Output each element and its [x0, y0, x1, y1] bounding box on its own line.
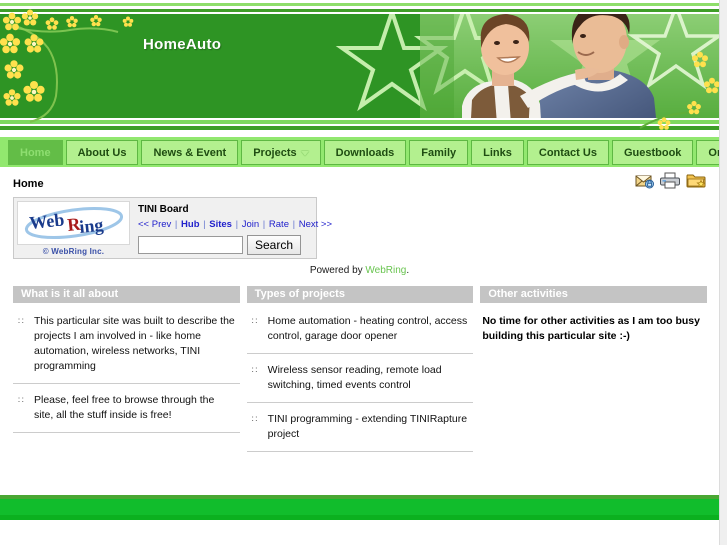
webring-link-hub[interactable]: Hub [181, 219, 199, 230]
content-area: Home Web R ing © WebRing Inc. TINI Board… [0, 167, 719, 520]
list-item-text: TINI programming - extending TINIRapture… [267, 413, 468, 440]
webring-link-separator: | [172, 219, 181, 230]
site-title: HomeAuto [143, 36, 222, 53]
webring-link-separator: | [260, 219, 268, 230]
webring-link-prev[interactable]: << Prev [138, 219, 171, 230]
webring-search-button[interactable]: Search [247, 235, 302, 255]
bullet-icon: ∷ [251, 316, 258, 326]
list-item: ∷ TINI programming - extending TINIRaptur… [246, 403, 474, 452]
page-tools [628, 171, 706, 189]
column-heading: What is it all about [13, 286, 240, 303]
webring-widget: Web R ing © WebRing Inc. TINI Board << P… [13, 197, 332, 259]
banner-background [0, 0, 719, 137]
column-body: ∷ This particular site was built to descr… [13, 303, 240, 433]
webring-link-separator: | [232, 219, 241, 230]
nav-item-family[interactable]: Family [409, 140, 469, 165]
nav-item-links[interactable]: Links [471, 140, 524, 165]
powered-by-line: Powered by WebRing. [0, 265, 719, 276]
breadcrumb: Home [13, 178, 44, 190]
webring-link-join[interactable]: Join [242, 219, 259, 230]
nav-item-label: About Us [77, 147, 127, 159]
footer-bar [0, 495, 719, 520]
webring-link-rate[interactable]: Rate [269, 219, 289, 230]
nav-item-news-event[interactable]: News & Event [141, 140, 239, 165]
column-body: ∷ Home automation - heating control, acce… [246, 303, 474, 452]
site-banner: HomeAuto [0, 0, 719, 137]
svg-text:ing: ing [78, 215, 104, 237]
webring-link[interactable]: WebRing [365, 265, 406, 276]
nav-item-label: News & Event [153, 147, 227, 159]
webring-link-next[interactable]: Next >> [299, 219, 332, 230]
list-item-text: Please, feel free to browse through the … [34, 394, 215, 421]
svg-text:Web: Web [28, 209, 65, 233]
webring-link-sites[interactable]: Sites [209, 219, 232, 230]
column-body: No time for other activities as I am too… [480, 303, 707, 353]
nav-item-label: Home [20, 147, 51, 159]
webring-search-input[interactable] [138, 236, 243, 254]
right-rail [719, 0, 727, 545]
nav-item-label: Family [421, 147, 457, 159]
list-item: ∷ This particular site was built to descr… [13, 305, 240, 384]
nav-item-label: Links [483, 147, 512, 159]
nav-item-home[interactable]: Home [8, 140, 63, 165]
nav-item-contact-us[interactable]: Contact Us [526, 140, 609, 165]
print-icon[interactable] [660, 171, 680, 189]
bullet-icon: ∷ [18, 316, 24, 326]
webring-logo[interactable]: Web R ing [17, 201, 130, 245]
footer-spacer [0, 452, 719, 495]
webring-link-separator: | [200, 219, 209, 230]
list-item-text: Wireless sensor reading, remote load swi… [267, 364, 442, 391]
page-root: HomeAuto Home About Us News & Event Project… [0, 0, 727, 545]
column-note: No time for other activities as I am too… [482, 315, 700, 342]
column-heading: Other activities [480, 286, 708, 303]
nav-item-label: Guestbook [623, 147, 682, 159]
info-column: What is it all about ∷ This particular sit… [13, 286, 240, 452]
nav-item-label: Downloads [335, 147, 395, 159]
webring-ring-name: TINI Board [138, 204, 189, 215]
bullet-icon: ∷ [18, 395, 24, 405]
info-columns: What is it all about ∷ This particular sit… [13, 286, 708, 452]
list-item-text: Home automation - heating control, acces… [267, 315, 468, 342]
nav-item-downloads[interactable]: Downloads [323, 140, 407, 165]
webring-copyright: © WebRing Inc. [42, 247, 105, 256]
main-navigation: Home About Us News & Event Projects Download… [0, 137, 727, 167]
bookmark-folder-icon[interactable] [686, 171, 706, 189]
email-icon[interactable] [634, 171, 654, 189]
list-item-text: This particular site was built to descri… [34, 315, 235, 372]
list-item: ∷ Wireless sensor reading, remote load sw… [246, 354, 474, 403]
powered-prefix: Powered by [309, 265, 366, 276]
chevron-down-icon[interactable] [300, 150, 309, 156]
nav-item-projects[interactable]: Projects [241, 140, 321, 165]
list-item: ∷ Please, feel free to browse through the… [13, 384, 240, 433]
info-column: Other activities No time for other activi… [480, 286, 708, 452]
nav-item-about-us[interactable]: About Us [65, 140, 139, 165]
list-item: ∷ Home automation - heating control, acce… [246, 305, 474, 354]
bullet-icon: ∷ [251, 365, 258, 375]
nav-item-guestbook[interactable]: Guestbook [611, 140, 694, 165]
webring-link-separator: | [289, 219, 298, 230]
powered-suffix: . [406, 265, 410, 276]
nav-item-label: Projects [253, 147, 297, 159]
info-column: Types of projects ∷ Home automation - heat… [246, 286, 474, 452]
webring-links: << Prev | Hub | Sites | Join | Rate | Ne… [138, 219, 332, 230]
column-heading: Types of projects [246, 286, 474, 303]
nav-item-label: Contact Us [538, 147, 597, 159]
breadcrumb-row: Home [0, 167, 719, 195]
bullet-icon: ∷ [251, 414, 258, 424]
